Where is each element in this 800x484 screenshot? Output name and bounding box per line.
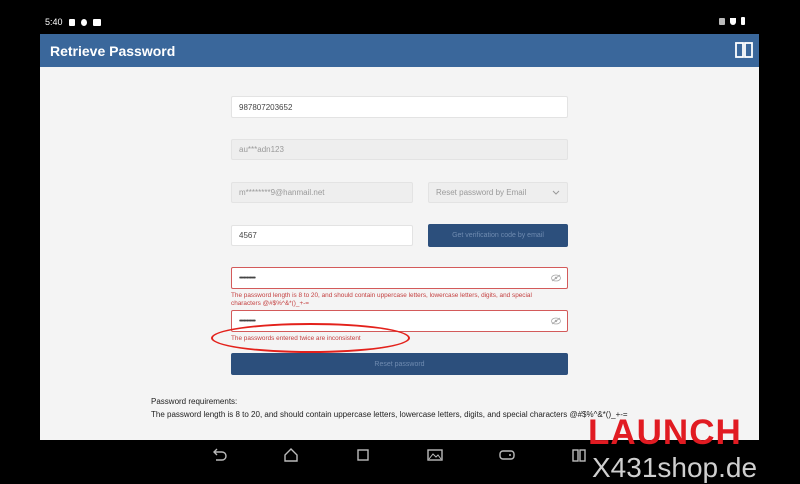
reset-password-button[interactable]: Reset password — [231, 353, 568, 375]
reset-password-label: Reset password — [374, 360, 425, 368]
wifi-icon — [730, 17, 736, 25]
verification-code-field[interactable]: 4567 — [231, 225, 413, 246]
status-bar: 5:40 — [0, 0, 800, 38]
launch-logo: LAUNCH — [588, 413, 742, 452]
password-dots: ••••••••••• — [239, 274, 256, 282]
upload-icon — [68, 18, 75, 26]
home-icon[interactable] — [282, 446, 300, 464]
screenshot-icon[interactable] — [426, 446, 444, 464]
recent-apps-icon[interactable] — [354, 446, 372, 464]
eye-icon[interactable] — [551, 317, 561, 325]
reset-method-select[interactable]: Reset password by Email — [428, 182, 568, 203]
page-title: Retrieve Password — [50, 43, 176, 59]
confirm-dots: ••••••••••• — [239, 317, 256, 325]
get-code-label: Get verification code by email — [452, 232, 544, 239]
eye-icon[interactable] — [551, 274, 561, 282]
username-value: au***adn123 — [239, 145, 284, 154]
chevron-down-icon — [552, 190, 560, 195]
settings-icon — [80, 18, 87, 26]
requirements-text: The password length is 8 to 20, and shou… — [151, 410, 628, 419]
password-field[interactable]: ••••••••••• — [231, 267, 568, 289]
app-header: Retrieve Password — [40, 34, 759, 67]
split-screen-icon[interactable] — [570, 446, 588, 464]
reset-method-value: Reset password by Email — [436, 188, 527, 197]
cast-icon — [719, 17, 725, 25]
app-screen: Retrieve Password 987807203652 au***adn1… — [40, 34, 759, 440]
code-value: 4567 — [239, 231, 257, 240]
camera-icon — [92, 18, 101, 26]
password-error: The password length is 8 to 20, and shou… — [231, 292, 532, 307]
phone-value: 987807203652 — [239, 102, 293, 112]
requirements-heading: Password requirements: — [151, 397, 238, 406]
username-field: au***adn123 — [231, 139, 568, 160]
battery-icon — [741, 17, 745, 25]
back-icon[interactable] — [210, 446, 228, 464]
site-watermark: X431shop.de — [592, 452, 758, 483]
phone-field[interactable]: 987807203652 — [231, 96, 568, 118]
status-time: 5:40 — [45, 17, 63, 27]
get-code-button[interactable]: Get verification code by email — [428, 224, 568, 247]
email-value: m********9@hanmail.net — [239, 188, 325, 197]
email-field: m********9@hanmail.net — [231, 182, 413, 203]
gamepad-icon[interactable] — [498, 446, 516, 464]
split-view-icon[interactable] — [735, 42, 753, 58]
annotation-oval — [211, 323, 410, 353]
